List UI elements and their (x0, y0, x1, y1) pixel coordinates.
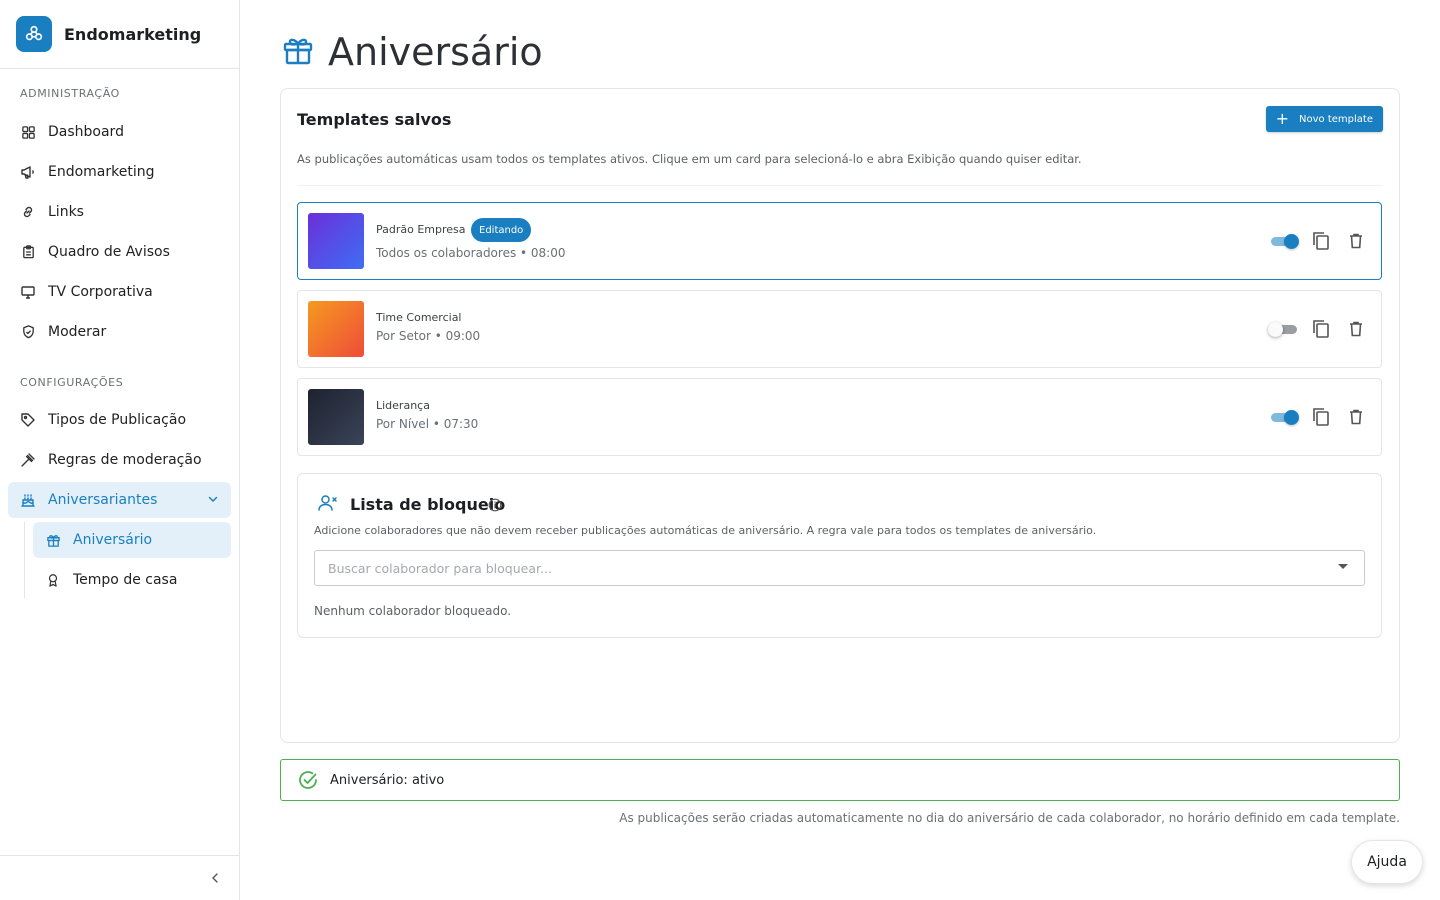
sidebar-item-aniversariantes[interactable]: Aniversariantes (8, 482, 231, 518)
templates-panel: Templates salvos + Novo template As publ… (280, 88, 1400, 743)
sidebar-item-tipos-de-publicacao[interactable]: Tipos de Publicação (8, 402, 231, 438)
sidebar-item-quadro-de-avisos[interactable]: Quadro de Avisos (8, 234, 231, 270)
dashboard-icon (20, 124, 36, 140)
template-meta: Todos os colaboradores • 08:00 (376, 246, 566, 260)
sidebar-item-tempo-de-casa[interactable]: Tempo de casa (33, 562, 231, 598)
copy-icon[interactable] (1311, 231, 1331, 251)
template-meta: Por Setor • 09:00 (376, 329, 481, 343)
blocklist-card: Lista de bloqueio Adicione colaboradores… (297, 473, 1382, 638)
brand-name: Endomarketing (64, 24, 202, 44)
sidebar-item-label: TV Corporativa (48, 284, 153, 300)
sidebar-item-endomarketing[interactable]: Endomarketing (8, 154, 231, 190)
gift-icon (282, 34, 314, 70)
sidebar-item-label: Aniversariantes (48, 492, 158, 508)
sidebar-item-label: Tipos de Publicação (48, 412, 187, 428)
template-active-toggle[interactable] (1268, 322, 1299, 337)
toggle-knob (1284, 234, 1299, 249)
page-title: Aniversário (328, 30, 543, 74)
template-name: Time Comercial (376, 311, 462, 324)
trash-icon[interactable] (1346, 231, 1366, 251)
brand-logo-icon[interactable] (16, 16, 52, 52)
sidebar-item-label: Quadro de Avisos (48, 244, 170, 260)
award-icon (45, 572, 61, 588)
megaphone-icon (20, 164, 36, 180)
blocklist-empty-text: Nenhum colaborador bloqueado. (314, 604, 512, 618)
link-icon (20, 204, 36, 220)
sidebar-item-links[interactable]: Links (8, 194, 231, 230)
status-note: As publicações serão criadas automaticam… (619, 811, 1400, 825)
gavel-icon (20, 452, 36, 468)
template-active-toggle[interactable] (1269, 234, 1299, 249)
templates-description: As publicações automáticas usam todos os… (297, 152, 1082, 166)
blocklist-title: Lista de bloqueio (350, 495, 506, 514)
status-text: Aniversário: ativo (330, 772, 445, 788)
blocklist-description: Adicione colaboradores que não devem rec… (314, 524, 1097, 537)
status-badge: Editando (471, 218, 532, 242)
sidebar-item-label: Dashboard (48, 124, 124, 140)
template-card[interactable]: Padrão Empresa Editando Todos os colabor… (297, 202, 1382, 280)
monitor-icon (20, 284, 36, 300)
sidebar-item-regras-de-moderacao[interactable]: Regras de moderação (8, 442, 231, 478)
sidebar: Endomarketing ADMINISTRAÇÃO Dashboard En… (0, 0, 240, 900)
gift-icon (45, 532, 61, 548)
plus-icon: + (1275, 109, 1290, 128)
template-meta: Por Nível • 07:30 (376, 417, 479, 431)
status-bar: Aniversário: ativo (280, 759, 1400, 801)
template-name: Liderança (376, 399, 430, 412)
shield-icon (20, 324, 36, 340)
sidebar-item-aniversario[interactable]: Aniversário (33, 522, 231, 558)
chevron-down-icon[interactable] (207, 493, 219, 509)
sidebar-item-label: Regras de moderação (48, 452, 202, 468)
templates-title: Templates salvos (297, 110, 452, 129)
copy-icon[interactable] (1311, 319, 1331, 339)
toggle-knob (1284, 410, 1299, 425)
toggle-knob (1268, 322, 1283, 337)
help-button[interactable]: Ajuda (1351, 840, 1423, 884)
check-circle-icon (298, 770, 318, 790)
sidebar-item-label: Endomarketing (48, 164, 155, 180)
template-card[interactable]: Time Comercial Por Setor • 09:00 (297, 290, 1382, 368)
sidebar-item-moderar[interactable]: Moderar (8, 314, 231, 350)
template-active-toggle[interactable] (1269, 410, 1299, 425)
new-template-button[interactable]: + Novo template (1265, 106, 1383, 132)
user-block-icon (318, 494, 338, 516)
blocklist-search-input[interactable] (314, 550, 1365, 586)
template-thumbnail (308, 301, 364, 357)
info-icon[interactable] (488, 497, 502, 516)
template-thumbnail (308, 389, 364, 445)
sidebar-item-label: Moderar (48, 324, 107, 340)
chevron-left-icon[interactable] (207, 870, 223, 886)
divider (297, 185, 1383, 186)
template-thumbnail (308, 213, 364, 269)
sidebar-footer (0, 855, 239, 900)
sidebar-item-label: Aniversário (73, 532, 153, 548)
subtree-line (24, 522, 25, 598)
cake-icon (20, 492, 36, 508)
section-title-admin: ADMINISTRAÇÃO (20, 87, 120, 100)
caret-down-icon[interactable] (1338, 564, 1348, 569)
trash-icon[interactable] (1346, 407, 1366, 427)
tag-icon (20, 412, 36, 428)
clipboard-icon (20, 244, 36, 260)
sidebar-item-label: Tempo de casa (73, 572, 178, 588)
sidebar-item-tv-corporativa[interactable]: TV Corporativa (8, 274, 231, 310)
section-title-config: CONFIGURAÇÕES (20, 376, 124, 389)
new-template-label: Novo template (1299, 113, 1373, 125)
page-header: Aniversário (282, 30, 543, 74)
sidebar-item-dashboard[interactable]: Dashboard (8, 114, 231, 150)
template-name: Padrão Empresa (376, 223, 466, 236)
trash-icon[interactable] (1346, 319, 1366, 339)
brand-header: Endomarketing (0, 0, 239, 69)
sidebar-item-label: Links (48, 204, 84, 220)
template-card[interactable]: Liderança Por Nível • 07:30 (297, 378, 1382, 456)
copy-icon[interactable] (1311, 407, 1331, 427)
